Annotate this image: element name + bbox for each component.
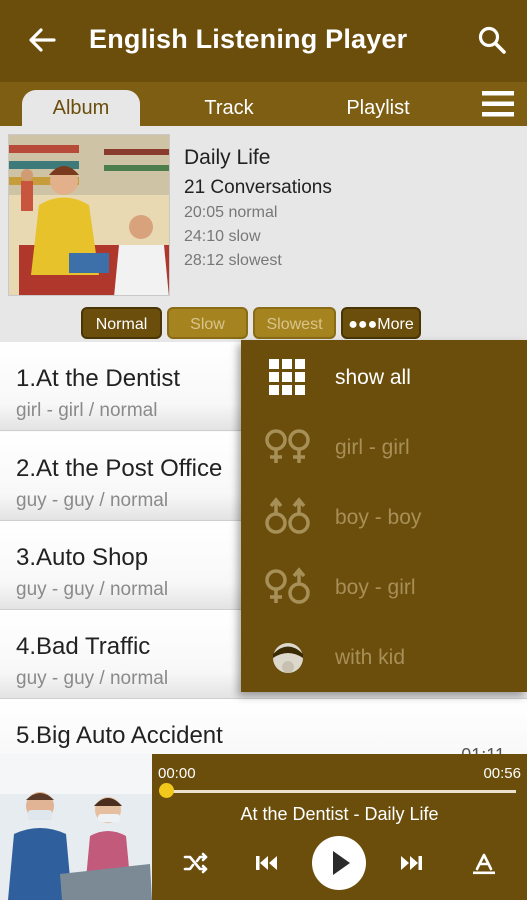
current-time: 00:00 [158,765,196,782]
kid-icon [273,643,303,673]
play-button[interactable] [312,836,366,890]
tab-bar: Album Track Playlist [0,82,527,126]
album-time-slow: 24:10 slow [184,228,261,245]
player-controls: 00:00 00:56 At the Dentist - Daily Life [152,754,527,900]
menu-item-with-kid[interactable]: with kid [241,622,527,692]
album-time-normal: 20:05 normal [184,204,278,221]
menu-item-label: show all [335,366,411,389]
back-arrow-icon[interactable] [26,24,58,56]
app-title: English Listening Player [89,24,408,54]
menu-item-girl-girl[interactable]: girl - girl [241,412,527,482]
track-title: 5.Big Auto Accident [16,722,223,749]
text-style-icon[interactable] [470,849,498,877]
menu-item-show-all[interactable]: show all [241,342,527,412]
female-female-icon [265,429,310,463]
menu-item-label: boy - boy [335,506,422,529]
hamburger-menu-icon[interactable] [482,90,514,118]
album-header: Daily Life 21 Conversations 20:05 normal… [0,126,527,342]
seek-bar[interactable] [166,790,516,793]
grid-icon [269,359,305,395]
album-time-slowest: 28:12 slowest [184,252,282,269]
menu-item-boy-boy[interactable]: boy - boy [241,482,527,552]
female-male-icon [265,567,310,604]
filter-dropdown-menu: show all girl - girl boy - boy boy - gir… [241,340,527,692]
track-subtitle: guy - guy / normal [16,668,169,689]
menu-item-label: boy - girl [335,576,416,599]
now-playing-thumbnail [0,754,152,900]
album-name: Daily Life [184,146,271,169]
menu-item-label: with kid [335,646,406,669]
tab-playlist[interactable]: Playlist [318,90,438,126]
album-conversation-count: 21 Conversations [184,177,332,198]
search-icon[interactable] [476,24,508,56]
male-male-icon [265,497,310,534]
track-subtitle: girl - girl / normal [16,400,158,421]
album-cover-image [8,134,170,296]
speed-slowest-button[interactable]: Slowest [253,307,336,339]
track-subtitle: guy - guy / normal [16,579,169,600]
speed-slow-button[interactable]: Slow [167,307,248,339]
seek-handle[interactable] [159,783,174,798]
track-title: 1.At the Dentist [16,365,181,392]
previous-icon[interactable] [252,849,280,877]
menu-item-boy-girl[interactable]: boy - girl [241,552,527,622]
total-time: 00:56 [483,765,521,782]
next-icon[interactable] [398,849,426,877]
speed-selector: Normal Slow Slowest ●●●More [0,307,527,340]
speed-normal-button[interactable]: Normal [81,307,162,339]
more-button[interactable]: ●●●More [341,307,421,339]
tab-track[interactable]: Track [170,90,288,126]
track-subtitle: guy - guy / normal [16,490,169,511]
track-title: 3.Auto Shop [16,544,149,571]
mini-player: 00:00 00:56 At the Dentist - Daily Life [0,754,527,900]
track-title: 2.At the Post Office [16,455,223,482]
app-bar: English Listening Player [0,0,527,82]
menu-item-label: girl - girl [335,436,410,459]
now-playing-title: At the Dentist - Daily Life [240,804,439,824]
shuffle-icon[interactable] [182,849,210,877]
tab-album[interactable]: Album [22,90,140,126]
track-title: 4.Bad Traffic [16,633,151,660]
play-icon [333,851,350,875]
